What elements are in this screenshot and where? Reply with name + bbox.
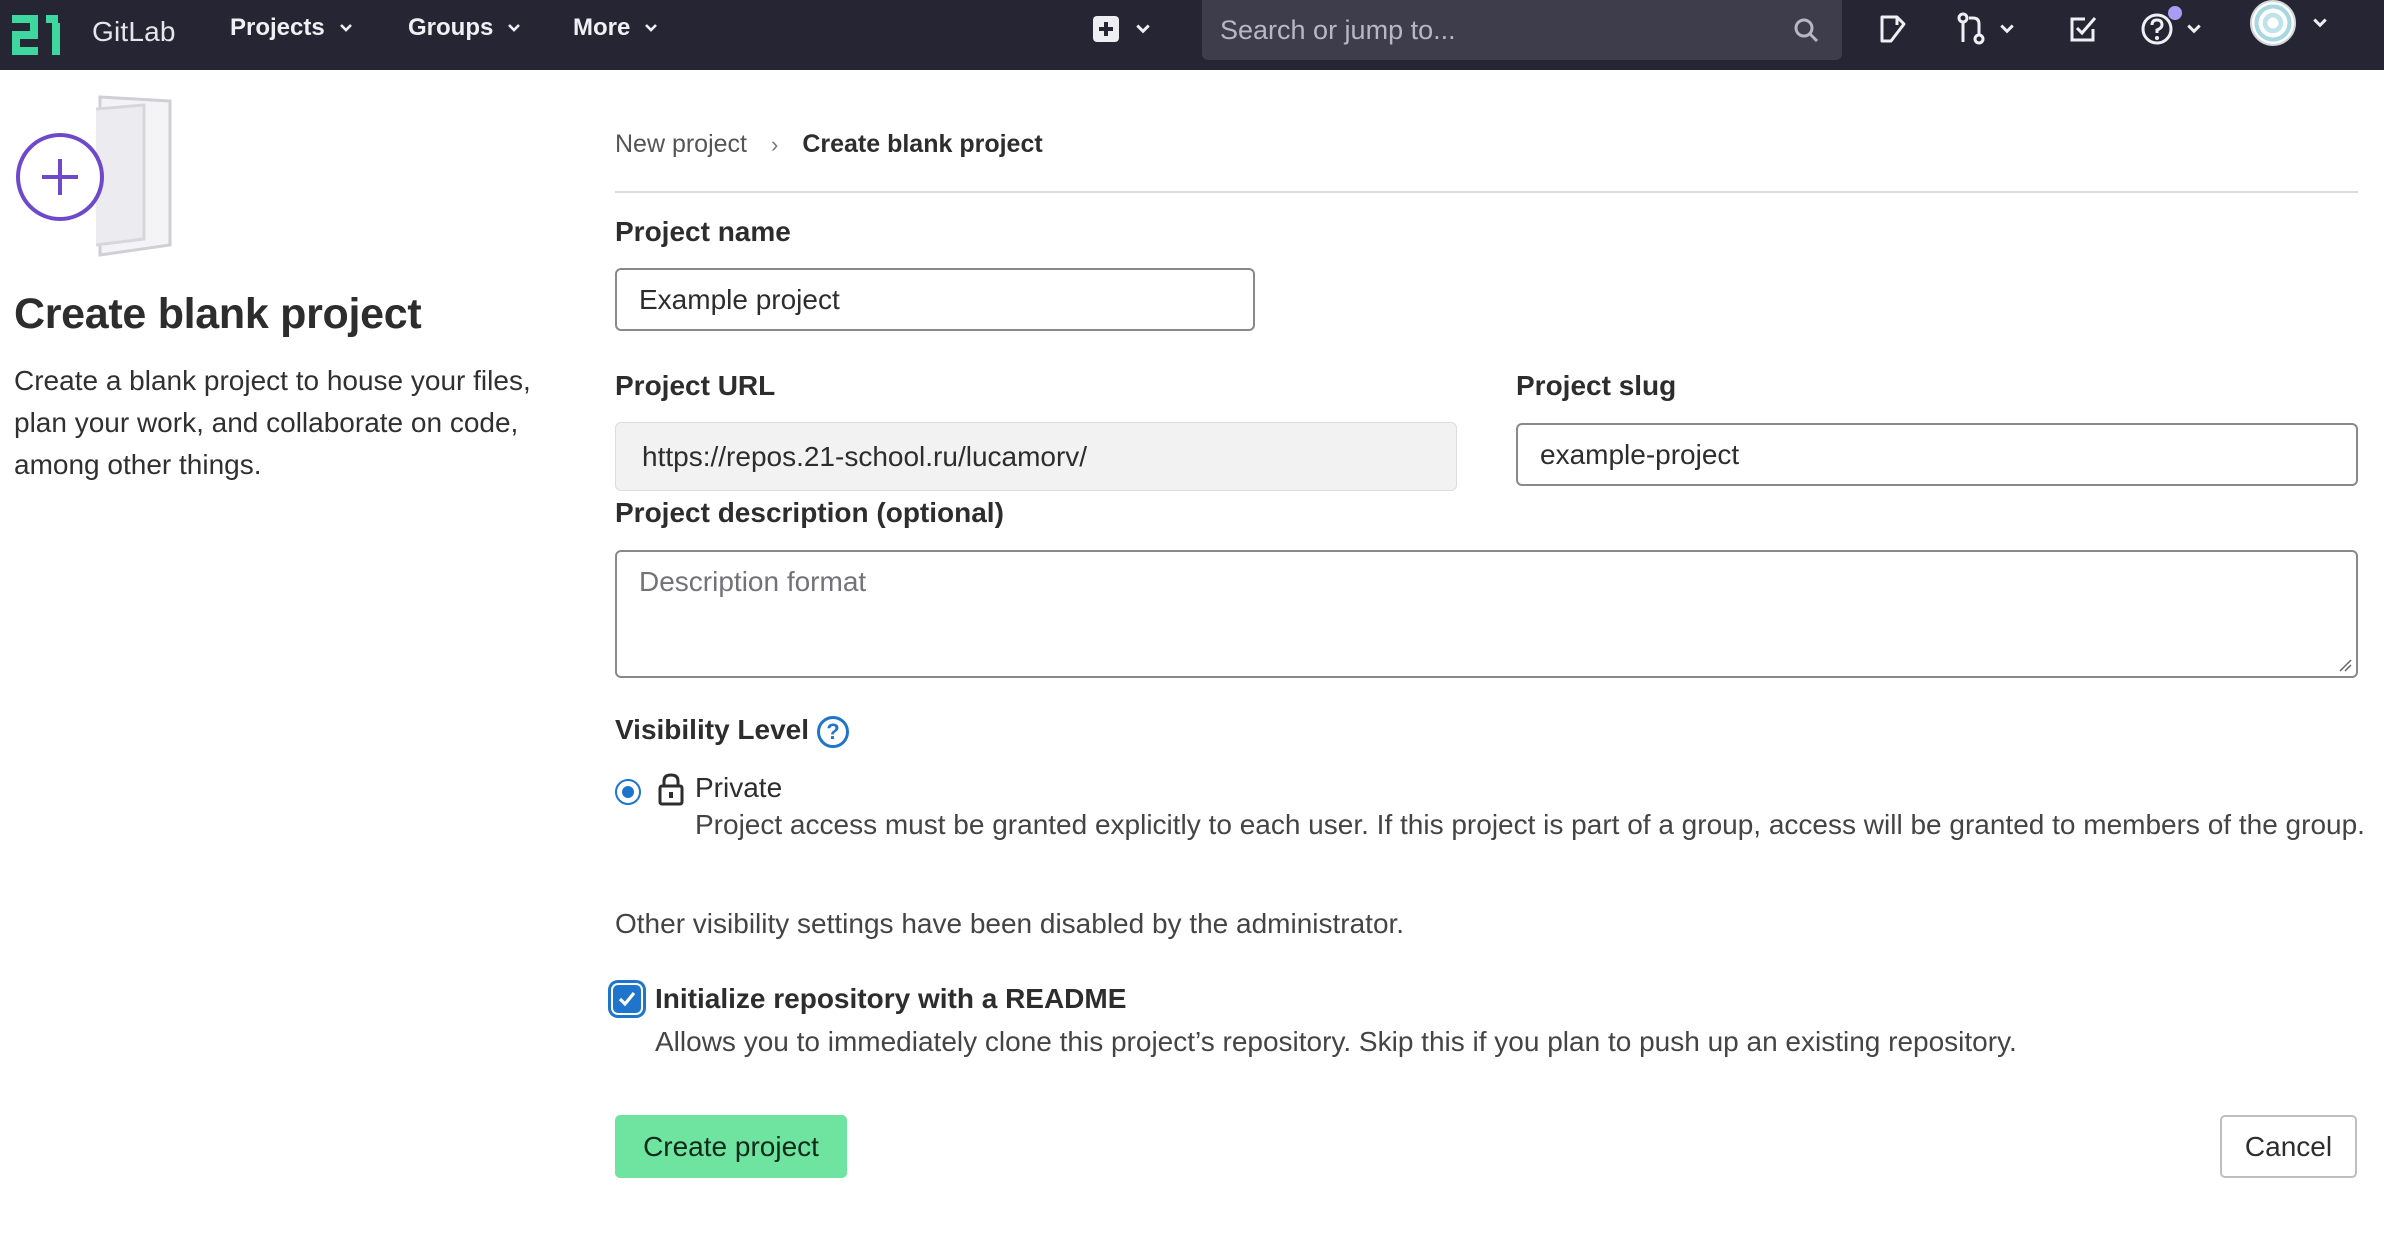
todo-check-icon [2070,17,2097,42]
resize-handle-icon[interactable] [2338,658,2352,672]
plus-square-icon [1093,16,1119,42]
search-input[interactable]: Search or jump to... [1220,15,1456,46]
chevron-down-icon [2000,24,2014,34]
initialize-readme-label[interactable]: Initialize repository with a README [655,983,1126,1015]
issues-icon [1880,15,1906,43]
nav-projects-menu[interactable]: Projects [230,0,353,56]
nav-projects-label[interactable]: Projects [230,14,325,42]
project-slug-value: example-project [1540,438,1740,470]
visibility-private-label[interactable]: Private [695,772,782,804]
page-description: Create a blank project to house your fil… [14,365,531,480]
school21-logo-icon [12,15,60,55]
lock-icon [658,773,684,806]
visibility-level-label: Visibility Level [615,714,810,745]
visibility-private-description: Project access must be granted explicitl… [695,809,2365,840]
blank-project-illustration [16,95,172,257]
chevron-down-icon [2313,18,2327,28]
project-slug-label: Project slug [1516,370,1677,401]
search-box[interactable]: Search or jump to... [1202,0,1842,60]
initialize-readme-help: Allows you to immediately clone this pro… [655,1026,2017,1057]
project-url-value: https://repos.21-school.ru/lucamorv/ [642,440,1088,472]
project-url-label: Project URL [615,370,776,401]
chevron-down-icon [508,24,521,32]
visibility-help-icon[interactable]: ? [817,715,850,748]
user-avatar[interactable] [2250,0,2296,46]
create-project-button[interactable]: Create project [615,1115,847,1178]
notification-dot [2168,6,2182,20]
description-placeholder: Description format [639,566,867,597]
chevron-down-icon [2187,24,2201,34]
nav-more-menu[interactable]: More [573,0,658,56]
project-name-input[interactable]: Example project [615,268,1255,331]
breadcrumb: New project › Create blank project [615,130,1043,159]
new-item-dropdown[interactable] [1093,12,1163,46]
cancel-button[interactable]: Cancel [2220,1115,2357,1178]
merge-requests-button[interactable] [1955,12,2015,46]
project-slug-input[interactable]: example-project [1516,423,2358,486]
visibility-level-heading: Visibility Level? [615,714,850,748]
project-name-label: Project name [615,216,791,247]
search-icon[interactable] [1792,16,1820,44]
breadcrumb-current[interactable]: Create blank project [802,130,1042,159]
project-name-value: Example project [639,283,840,315]
checkmark-icon [618,991,636,1007]
project-url-input[interactable]: https://repos.21-school.ru/lucamorv/ [615,422,1457,491]
brand-home-link[interactable]: GitLab [12,4,176,60]
visibility-private-radio[interactable] [615,779,641,805]
initialize-readme-checkbox[interactable] [613,985,641,1013]
issues-button[interactable] [1877,12,1909,46]
chevron-down-icon [339,24,352,32]
chevron-down-icon [1136,24,1150,34]
nav-groups-label[interactable]: Groups [408,14,493,42]
brand-name[interactable]: GitLab [92,16,176,48]
todos-button[interactable] [2067,12,2099,46]
user-menu[interactable] [2250,0,2328,46]
merge-request-icon [1957,12,1985,45]
project-description-textarea[interactable]: Description format [615,550,2358,678]
page-title: Create blank project [14,290,422,338]
breadcrumb-separator-icon: › [771,131,779,157]
chevron-down-icon [645,24,658,32]
nav-groups-menu[interactable]: Groups [408,0,521,56]
divider [615,191,2358,193]
nav-more-label[interactable]: More [573,14,630,42]
project-description-label: Project description (optional) [615,497,1004,528]
breadcrumb-new-project[interactable]: New project [615,130,747,159]
visibility-disabled-note: Other visibility settings have been disa… [615,908,1405,939]
top-navbar: GitLab Projects Groups More Search or ju… [0,0,2384,70]
